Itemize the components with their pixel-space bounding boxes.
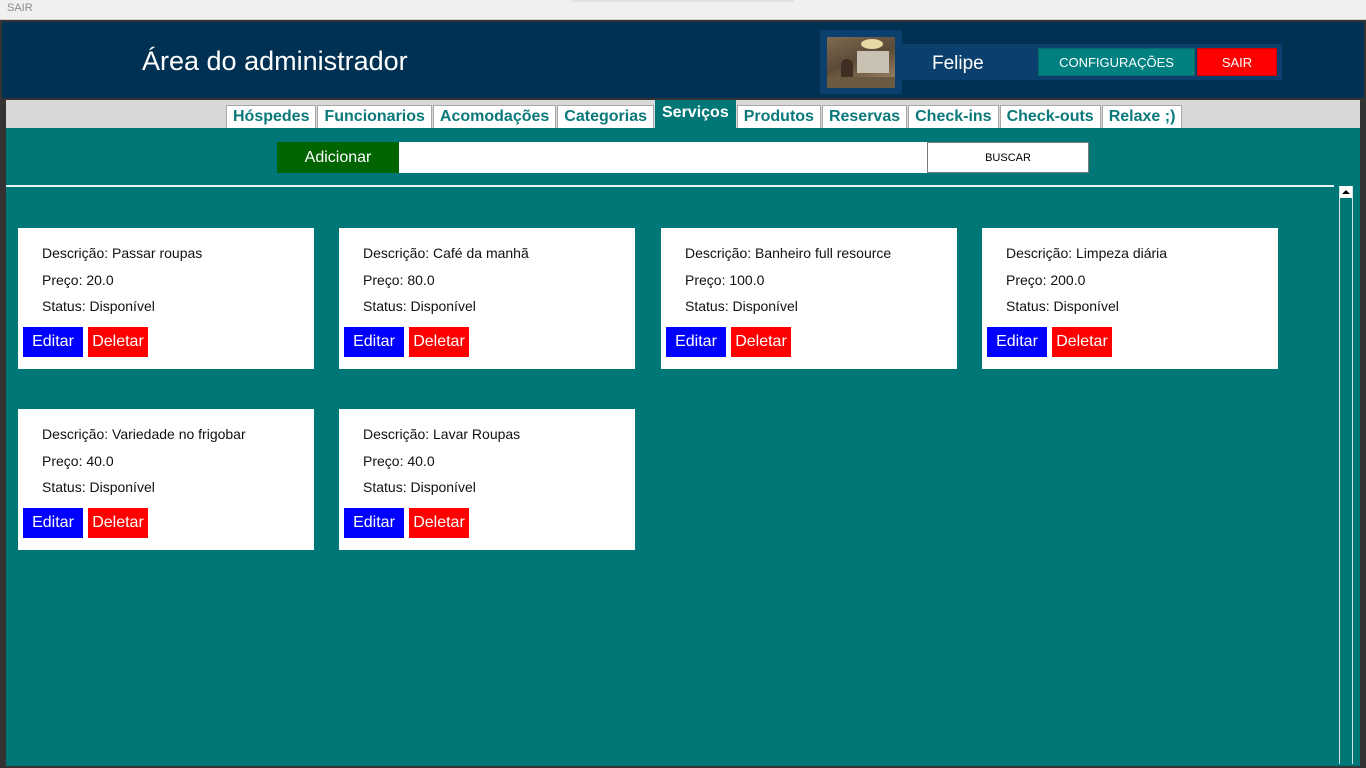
tab-6[interactable]: Produtos: [736, 105, 821, 128]
tab-strip: Hóspedes Funcionarios Acomodações Categoria…: [6, 100, 1360, 128]
edit-button[interactable]: Editar: [344, 508, 404, 538]
delete-button[interactable]: Deletar: [409, 508, 469, 538]
delete-button[interactable]: Deletar: [1052, 327, 1112, 357]
service-status: Status: Disponível: [1006, 298, 1119, 314]
tab-8[interactable]: Check-ins: [908, 105, 999, 128]
titlebar-divider: [572, 0, 794, 2]
page-title: Área do administrador: [142, 46, 408, 76]
tab-3[interactable]: Acomodações: [432, 105, 557, 128]
services-panel: Adicionar BUSCAR Descrição: Passar roupa…: [6, 128, 1360, 766]
service-description: Descrição: Lavar Roupas: [363, 426, 521, 442]
service-status: Status: Disponível: [363, 298, 476, 314]
edit-button[interactable]: Editar: [344, 327, 404, 357]
service-description: Descrição: Limpeza diária: [1006, 245, 1168, 261]
service-price: Preço: 40.0: [363, 453, 435, 469]
service-card: Descrição: Café da manhã Preço: 80.0 Statu…: [339, 228, 635, 369]
user-name: Felipe: [932, 53, 984, 74]
settings-button[interactable]: CONFIGURAÇÕES: [1038, 48, 1195, 76]
window-titlebar: SAIR: [0, 0, 1366, 20]
service-status: Status: Disponível: [363, 479, 476, 495]
tab-1[interactable]: Hóspedes: [226, 105, 317, 128]
service-card: Descrição: Limpeza diária Preço: 200.0 Sta…: [982, 228, 1278, 369]
service-price: Preço: 80.0: [363, 272, 435, 288]
tab-9[interactable]: Check-outs: [999, 105, 1101, 128]
service-card: Descrição: Variedade no frigobar Preço: 4…: [18, 409, 314, 550]
service-description: Descrição: Café da manhã: [363, 245, 529, 261]
delete-button[interactable]: Deletar: [731, 327, 791, 357]
header-buttons: CONFIGURAÇÕES SAIR: [1038, 44, 1282, 80]
edit-button[interactable]: Editar: [23, 327, 83, 357]
tab-7[interactable]: Reservas: [821, 105, 908, 128]
service-price: Preço: 20.0: [42, 272, 114, 288]
tab-5[interactable]: Serviços: [655, 100, 736, 128]
service-card: Descrição: Passar roupas Preço: 20.0 Statu…: [18, 228, 314, 369]
divider: [6, 185, 1334, 187]
service-description: Descrição: Banheiro full resource: [685, 245, 892, 261]
service-description: Descrição: Passar roupas: [42, 245, 203, 261]
edit-button[interactable]: Editar: [666, 327, 726, 357]
search-row: Adicionar BUSCAR: [277, 142, 1089, 173]
tab-list: Hóspedes Funcionarios Acomodações Categoria…: [226, 100, 1183, 128]
triangle-up-icon: [1342, 190, 1350, 194]
logout-button[interactable]: SAIR: [1197, 48, 1277, 76]
edit-button[interactable]: Editar: [23, 508, 83, 538]
service-price: Preço: 200.0: [1006, 272, 1086, 288]
delete-button[interactable]: Deletar: [88, 508, 148, 538]
service-status: Status: Disponível: [685, 298, 798, 314]
delete-button[interactable]: Deletar: [409, 327, 469, 357]
delete-button[interactable]: Deletar: [88, 327, 148, 357]
header: Área do administrador Felipe CONFIGURAÇÕ…: [2, 22, 1364, 98]
avatar: [820, 30, 902, 94]
window-title: SAIR: [7, 2, 33, 14]
service-price: Preço: 100.0: [685, 272, 765, 288]
search-button[interactable]: BUSCAR: [927, 142, 1089, 173]
vertical-scrollbar[interactable]: [1339, 186, 1353, 764]
search-input[interactable]: [399, 142, 927, 173]
user-name-box: Felipe: [902, 44, 1038, 80]
service-description: Descrição: Variedade no frigobar: [42, 426, 246, 442]
tab-2[interactable]: Funcionarios: [317, 105, 432, 128]
edit-button[interactable]: Editar: [987, 327, 1047, 357]
tab-4[interactable]: Categorias: [557, 105, 654, 128]
service-card: Descrição: Banheiro full resource Preço: …: [661, 228, 957, 369]
user-panel: Felipe CONFIGURAÇÕES SAIR: [820, 30, 1282, 94]
service-card: Descrição: Lavar Roupas Preço: 40.0 Status…: [339, 409, 635, 550]
app-window: Área do administrador Felipe CONFIGURAÇÕ…: [0, 20, 1366, 768]
service-status: Status: Disponível: [42, 479, 155, 495]
avatar-photo: [827, 37, 895, 88]
add-button[interactable]: Adicionar: [277, 142, 399, 173]
service-status: Status: Disponível: [42, 298, 155, 314]
scroll-up-button[interactable]: [1340, 186, 1352, 198]
service-price: Preço: 40.0: [42, 453, 114, 469]
tab-10[interactable]: Relaxe ;): [1101, 105, 1183, 128]
